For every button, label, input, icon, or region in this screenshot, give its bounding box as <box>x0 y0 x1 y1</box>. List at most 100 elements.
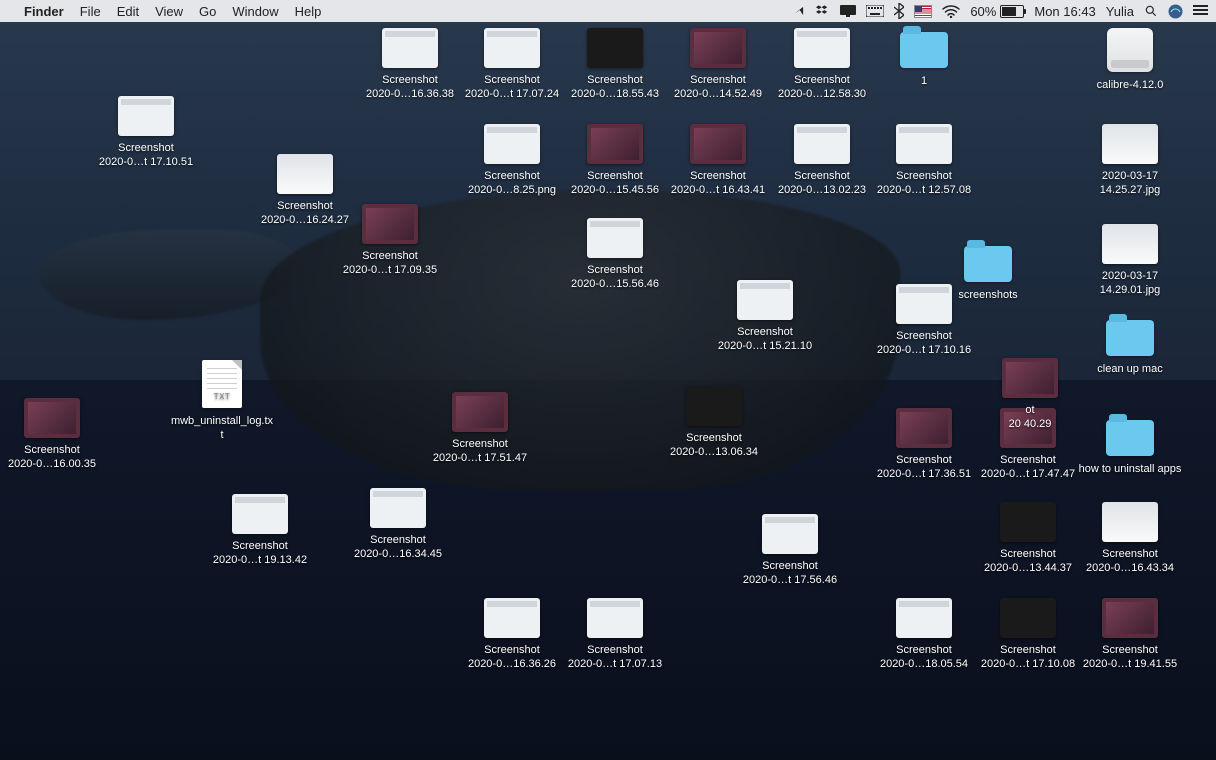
screenshot-thumbnail <box>896 124 952 164</box>
screenshot-thumbnail <box>484 598 540 638</box>
desktop-item-label: Screenshot2020-0…13.44.37 <box>984 547 1072 575</box>
desktop-item-folder-uninstall[interactable]: how to uninstall apps <box>1078 420 1182 476</box>
desktop-item-ss30[interactable]: Screenshot2020-0…t 17.10.08 <box>976 598 1080 671</box>
desktop-item-ss1[interactable]: Screenshot2020-0…16.36.38 <box>358 28 462 101</box>
desktop-item-ss24[interactable]: Screenshot2020-0…t 17.56.46 <box>738 514 842 587</box>
screenshot-thumbnail <box>232 494 288 534</box>
screenshot-thumbnail <box>1000 598 1056 638</box>
desktop-item-ss18[interactable]: Screenshot2020-0…t 17.51.47 <box>428 392 532 465</box>
desktop-item-folder-clean[interactable]: clean up mac <box>1078 320 1182 376</box>
desktop-item-ss4[interactable]: Screenshot2020-0…14.52.49 <box>666 28 770 101</box>
desktop-item-img1[interactable]: 2020-03-1714.25.27.jpg <box>1078 124 1182 197</box>
desktop-item-ss7[interactable]: Screenshot2020-0…8.25.png <box>460 124 564 197</box>
desktop-item-label: Screenshot2020-0…16.36.26 <box>468 643 556 671</box>
desktop-item-f-cal[interactable]: calibre-4.12.0 <box>1078 28 1182 92</box>
desktop-item-ss20[interactable]: Screenshot2020-0…t 17.36.51 <box>872 408 976 481</box>
desktop-item-label: Screenshot2020-0…18.55.43 <box>571 73 659 101</box>
dropbox-icon[interactable] <box>816 4 830 18</box>
desktop-item-label: Screenshot2020-0…t 19.41.55 <box>1083 643 1177 671</box>
screenshot-thumbnail <box>587 124 643 164</box>
desktop-item-ss9[interactable]: Screenshot2020-0…t 16.43.41 <box>666 124 770 197</box>
input-source-flag[interactable] <box>914 5 932 18</box>
desktop-item-label: ot20 40.29 <box>1009 403 1052 431</box>
desktop-item-img2[interactable]: 2020-03-1714.29.01.jpg <box>1078 224 1182 297</box>
desktop-item-ss26[interactable]: Screenshot2020-0…16.43.34 <box>1078 502 1182 575</box>
menu-window[interactable]: Window <box>232 4 278 19</box>
desktop-item-ss5[interactable]: Screenshot2020-0…12.58.30 <box>770 28 874 101</box>
screenshot-thumbnail <box>484 28 540 68</box>
desktop-item-ss8[interactable]: Screenshot2020-0…15.45.56 <box>563 124 667 197</box>
menu-go[interactable]: Go <box>199 4 216 19</box>
clock[interactable]: Mon 16:43 <box>1034 4 1095 19</box>
desktop-item-ss23[interactable]: Screenshot2020-0…16.34.45 <box>346 488 450 561</box>
txt-file-icon <box>202 360 242 408</box>
folder-icon <box>900 32 948 68</box>
desktop-item-label: Screenshot2020-0…t 17.51.47 <box>433 437 527 465</box>
desktop-item-label: Screenshot2020-0…t 17.56.46 <box>743 559 837 587</box>
desktop-item-ss3[interactable]: Screenshot2020-0…18.55.43 <box>563 28 667 101</box>
app-name[interactable]: Finder <box>24 4 64 19</box>
battery-percent-label: 60% <box>970 4 996 19</box>
battery-status[interactable]: 60% <box>970 4 1024 19</box>
location-icon[interactable] <box>792 4 806 18</box>
desktop-item-ss15[interactable]: Screenshot2020-0…t 15.21.10 <box>713 280 817 353</box>
screenshot-thumbnail <box>686 386 742 426</box>
menu-help[interactable]: Help <box>295 4 322 19</box>
desktop-item-label: Screenshot2020-0…t 17.09.35 <box>343 249 437 277</box>
desktop-item-ss2[interactable]: Screenshot2020-0…t 17.07.24 <box>460 28 564 101</box>
desktop-item-txt-mwb[interactable]: mwb_uninstall_log.txt <box>170 360 274 442</box>
desktop-item-ss19[interactable]: Screenshot2020-0…13.06.34 <box>662 386 766 459</box>
screenshot-thumbnail <box>1102 502 1158 542</box>
desktop-item-label: Screenshot2020-0…t 17.10.51 <box>99 141 193 169</box>
screenshot-thumbnail <box>118 96 174 136</box>
desktop-item-ss25[interactable]: Screenshot2020-0…13.44.37 <box>976 502 1080 575</box>
desktop-item-ss21b[interactable]: ot20 40.29 <box>978 358 1082 431</box>
desktop-item-ss22[interactable]: Screenshot2020-0…t 19.13.42 <box>208 494 312 567</box>
menu-edit[interactable]: Edit <box>117 4 139 19</box>
desktop[interactable]: calibre-4.12.01screenshotsclean up macho… <box>0 0 1216 760</box>
desktop-item-ss31[interactable]: Screenshot2020-0…t 19.41.55 <box>1078 598 1182 671</box>
user-menu[interactable]: Yulia <box>1106 4 1134 19</box>
desktop-item-label: Screenshot2020-0…t 16.43.41 <box>671 169 765 197</box>
desktop-item-label: Screenshot2020-0…8.25.png <box>468 169 556 197</box>
menu-bar: Finder File Edit View Go Window Help 60%… <box>0 0 1216 22</box>
screenshot-thumbnail <box>1102 224 1158 264</box>
desktop-item-ss10[interactable]: Screenshot2020-0…13.02.23 <box>770 124 874 197</box>
desktop-item-ss28[interactable]: Screenshot2020-0…t 17.07.13 <box>563 598 667 671</box>
display-icon[interactable] <box>840 5 856 17</box>
siri-icon[interactable] <box>1168 4 1183 19</box>
desktop-item-label: Screenshot2020-0…t 17.07.24 <box>465 73 559 101</box>
screenshot-thumbnail <box>587 218 643 258</box>
screenshot-thumbnail <box>587 598 643 638</box>
desktop-item-ss14[interactable]: Screenshot2020-0…15.56.46 <box>563 218 667 291</box>
desktop-item-label: 1 <box>921 74 927 88</box>
desktop-item-ss17[interactable]: Screenshot2020-0…16.00.35 <box>0 398 104 471</box>
desktop-item-label: Screenshot2020-0…14.52.49 <box>674 73 762 101</box>
menu-view[interactable]: View <box>155 4 183 19</box>
spotlight-icon[interactable] <box>1144 4 1158 18</box>
screenshot-thumbnail <box>1000 502 1056 542</box>
screenshot-thumbnail <box>362 204 418 244</box>
desktop-item-folder-1[interactable]: 1 <box>872 32 976 88</box>
screenshot-thumbnail <box>794 28 850 68</box>
desktop-item-label: how to uninstall apps <box>1079 462 1182 476</box>
desktop-item-ss6[interactable]: Screenshot2020-0…t 17.10.51 <box>94 96 198 169</box>
notification-center-icon[interactable] <box>1193 5 1208 18</box>
screenshot-thumbnail <box>762 514 818 554</box>
keyboard-icon[interactable] <box>866 5 884 17</box>
desktop-item-ss29[interactable]: Screenshot2020-0…18.05.54 <box>872 598 976 671</box>
desktop-item-ss13[interactable]: Screenshot2020-0…t 17.09.35 <box>338 204 442 277</box>
desktop-item-ss16[interactable]: Screenshot2020-0…t 17.10.16 <box>872 284 976 357</box>
screenshot-thumbnail <box>277 154 333 194</box>
wifi-icon[interactable] <box>942 5 960 18</box>
bluetooth-icon[interactable] <box>894 3 904 19</box>
desktop-item-label: Screenshot2020-0…12.58.30 <box>778 73 866 101</box>
desktop-item-ss11[interactable]: Screenshot2020-0…t 12.57.08 <box>872 124 976 197</box>
screenshot-thumbnail <box>1102 124 1158 164</box>
battery-icon <box>1000 5 1024 18</box>
screenshot-thumbnail <box>1002 358 1058 398</box>
desktop-item-label: Screenshot2020-0…16.00.35 <box>8 443 96 471</box>
menu-file[interactable]: File <box>80 4 101 19</box>
desktop-item-ss27[interactable]: Screenshot2020-0…16.36.26 <box>460 598 564 671</box>
screenshot-thumbnail <box>896 408 952 448</box>
